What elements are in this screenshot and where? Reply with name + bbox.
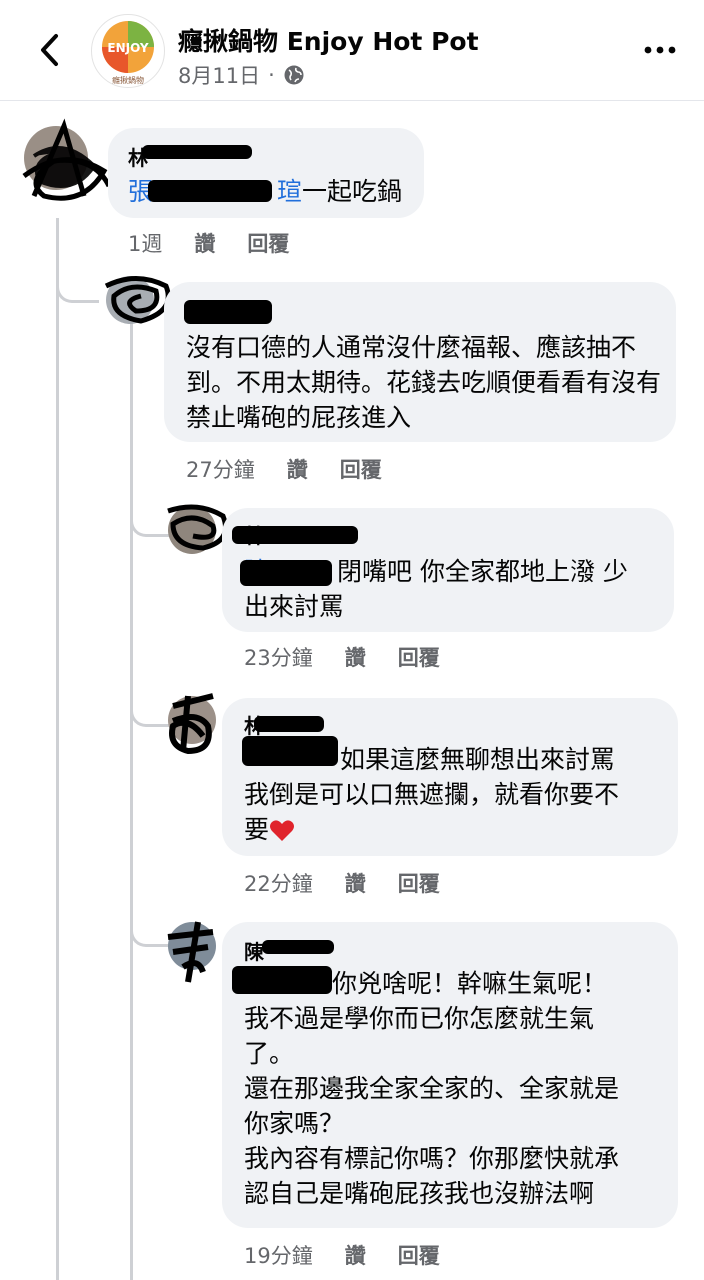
- comment-body-5-line3: 了。: [244, 1039, 295, 1068]
- tag-redaction-1: [148, 180, 272, 202]
- avatar-redaction-scribble: [167, 921, 214, 983]
- avatar-redaction-scribble: [169, 693, 214, 755]
- comment-text-2: 沒有口德的人通常沒什麼福報、應該抽不到。不用太期待。花錢去吃順便看看有沒有禁止嘴…: [186, 333, 662, 432]
- commenter-avatar-3[interactable]: [167, 504, 228, 554]
- comment-actions-1: 1週 讚 回覆: [128, 228, 321, 258]
- commenter-avatar-5[interactable]: [167, 921, 216, 983]
- tagged-user-1-end[interactable]: 瑄: [277, 177, 302, 206]
- commenter-name-5[interactable]: 陳: [244, 936, 264, 965]
- meta-separator: ·: [268, 63, 275, 87]
- comment-body-5-line5: 你家嗎？: [244, 1109, 345, 1138]
- post-meta: 8月11日 ·: [178, 60, 305, 90]
- comment-body-5-line6: 我內容有標記你嗎？你那麼快就承: [244, 1144, 620, 1173]
- post-date[interactable]: 8月11日: [178, 60, 260, 90]
- page-logo[interactable]: ENJOY 癮揪鍋物: [91, 14, 165, 88]
- like-button-2[interactable]: 讚: [287, 454, 308, 484]
- name-redaction-2: [184, 300, 272, 324]
- comment-time-2: 27分鐘: [186, 458, 255, 482]
- comment-body-4-line3: 要: [244, 815, 270, 844]
- tag-redaction-4: [242, 736, 338, 766]
- commenter-avatar-1[interactable]: [22, 118, 112, 201]
- comment-body-3-line2: 出來討罵: [244, 592, 345, 621]
- commenter-avatar-2[interactable]: [104, 276, 171, 324]
- like-button-5[interactable]: 讚: [345, 1240, 366, 1270]
- svg-text:癮揪鍋物: 癮揪鍋物: [112, 75, 144, 85]
- comment-body-5-line2: 我不過是學你而已你怎麼就生氣: [244, 1004, 595, 1033]
- tag-redaction-5: [232, 966, 332, 994]
- comment-body-1: 一起吃鍋: [302, 177, 403, 206]
- comment-body-5-line1: 你兇啥呢！幹嘛生氣呢！: [332, 969, 608, 998]
- name-redaction-3: [232, 526, 358, 544]
- commenter-avatar-4[interactable]: [168, 693, 216, 755]
- name-redaction-5: [262, 940, 334, 954]
- comment-body-3-line1: 閉嘴吧 你全家都地上潑 少: [337, 557, 628, 586]
- avatar-redaction-scribble: [22, 118, 112, 201]
- comment-time-5: 19分鐘: [244, 1244, 313, 1268]
- like-button-3[interactable]: 讚: [345, 642, 366, 672]
- page-logo-image: ENJOY 癮揪鍋物: [102, 21, 154, 85]
- reply-button-5[interactable]: 回覆: [398, 1240, 440, 1270]
- reply-button-3[interactable]: 回覆: [398, 642, 440, 672]
- heart-emoji-icon: [270, 820, 295, 841]
- more-options-icon[interactable]: [640, 38, 680, 62]
- comment-actions-3: 23分鐘 讚 回覆: [244, 642, 472, 672]
- svg-text:ENJOY: ENJOY: [107, 41, 148, 55]
- thread-branch-1: [56, 262, 99, 303]
- page-name[interactable]: 癮揪鍋物 Enjoy Hot Pot: [178, 22, 479, 58]
- name-redaction-4: [254, 716, 324, 732]
- comment-body-5-line7: 認自己是嘴砲屁孩我也沒辦法啊: [244, 1179, 595, 1208]
- comment-body-4-line2: 我倒是可以口無遮攔，就看你要不: [244, 780, 620, 809]
- comment-time-1: 1週: [128, 232, 163, 256]
- like-button-4[interactable]: 讚: [345, 868, 366, 898]
- reply-button-2[interactable]: 回覆: [340, 454, 382, 484]
- globe-icon: [284, 65, 304, 85]
- comment-body-4-line1: 如果這麼無聊想出來討罵: [340, 745, 616, 774]
- comment-time-4: 22分鐘: [244, 872, 313, 896]
- reply-button-4[interactable]: 回覆: [398, 868, 440, 898]
- tag-redaction-3: [240, 560, 332, 586]
- name-redaction-1: [142, 145, 252, 159]
- thread-line-reply: [130, 320, 133, 1280]
- thread-line-main: [56, 218, 59, 1280]
- back-arrow-icon[interactable]: [36, 30, 66, 70]
- comment-actions-5: 19分鐘 讚 回覆: [244, 1240, 472, 1270]
- comment-actions-2: 27分鐘 讚 回覆: [186, 454, 414, 484]
- like-button-1[interactable]: 讚: [194, 228, 215, 258]
- comment-time-3: 23分鐘: [244, 646, 313, 670]
- reply-button-1[interactable]: 回覆: [247, 228, 289, 258]
- comment-body-5-line4: 還在那邊我全家全家的、全家就是: [244, 1074, 620, 1103]
- comment-text-5: 你兇啥呢！幹嘛生氣呢！ 我不過是學你而已你怎麼就生氣 了。 還在那邊我全家全家的…: [244, 966, 668, 1211]
- comment-actions-4: 22分鐘 讚 回覆: [244, 868, 472, 898]
- post-header: ENJOY 癮揪鍋物 癮揪鍋物 Enjoy Hot Pot 8月11日 ·: [0, 0, 704, 101]
